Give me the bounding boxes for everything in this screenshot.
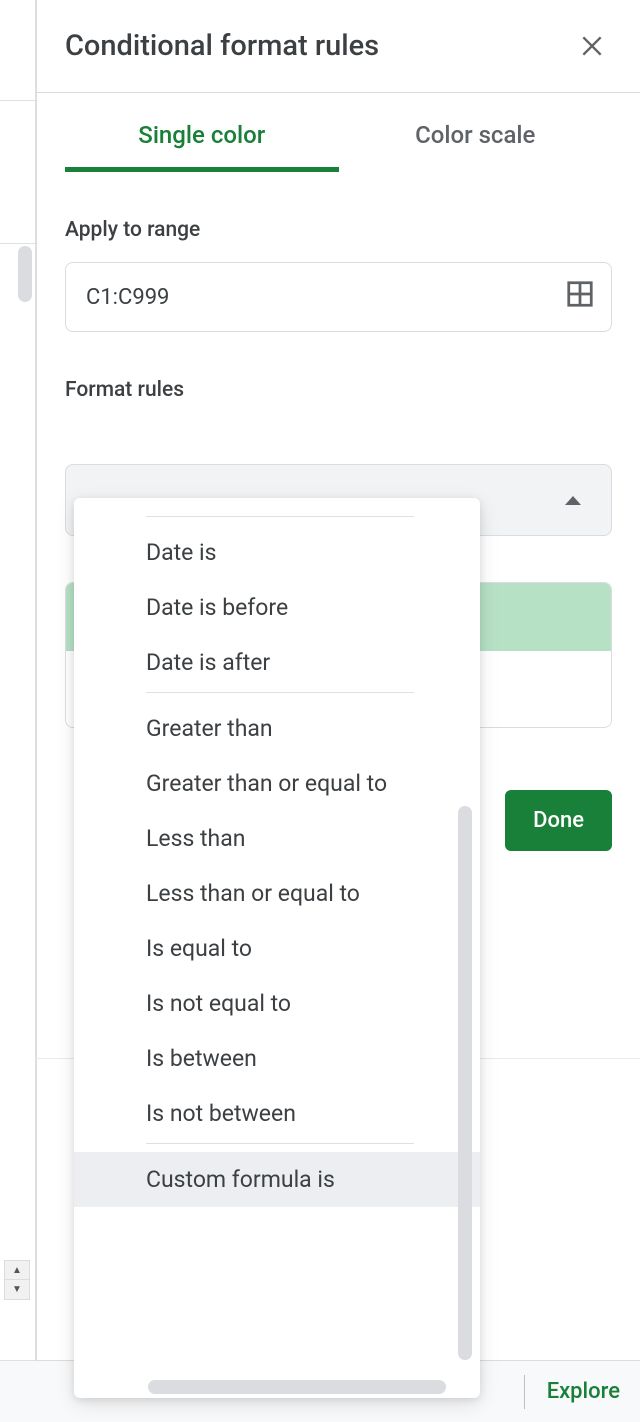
dropdown-item-less-than-or-equal-to[interactable]: Less than or equal to bbox=[74, 866, 480, 921]
dropdown-item-custom-formula-is[interactable]: Custom formula is bbox=[74, 1152, 480, 1207]
dropdown-item-date-is[interactable]: Date is bbox=[74, 525, 480, 580]
dropdown-separator bbox=[146, 516, 414, 517]
explore-button[interactable]: Explore bbox=[547, 1379, 620, 1404]
vertical-scrollbar-thumb[interactable] bbox=[18, 246, 32, 302]
dropdown-item-date-is-after[interactable]: Date is after bbox=[74, 635, 480, 690]
tabs: Single color Color scale bbox=[37, 93, 640, 172]
tab-single-color-label: Single color bbox=[138, 121, 265, 149]
footer-divider bbox=[524, 1375, 525, 1409]
dropdown-item-is-not-equal-to[interactable]: Is not equal to bbox=[74, 976, 480, 1031]
explore-label: Explore bbox=[547, 1379, 620, 1404]
dropdown-item-is-between[interactable]: Is between bbox=[74, 1031, 480, 1086]
grid-select-icon[interactable] bbox=[565, 279, 595, 315]
tab-color-scale-label: Color scale bbox=[415, 121, 535, 149]
dropdown-item-greater-than[interactable]: Greater than bbox=[74, 701, 480, 756]
dropdown-separator bbox=[146, 692, 414, 693]
sheet-scroll-stepper: ▲ ▼ bbox=[4, 1260, 30, 1300]
done-button-label: Done bbox=[533, 808, 584, 833]
dropdown-vertical-scrollbar[interactable] bbox=[458, 806, 472, 1360]
dropdown-item-greater-than-or-equal-to[interactable]: Greater than or equal to bbox=[74, 756, 480, 811]
format-rules-label: Format rules bbox=[65, 332, 612, 412]
done-button[interactable]: Done bbox=[505, 790, 612, 851]
dropdown-horizontal-scrollbar[interactable] bbox=[148, 1380, 446, 1394]
panel-title: Conditional format rules bbox=[65, 29, 379, 63]
dropdown-item-date-is-before[interactable]: Date is before bbox=[74, 580, 480, 635]
dropdown-item-is-not-between[interactable]: Is not between bbox=[74, 1086, 480, 1141]
format-rule-dropdown: Date isDate is beforeDate is after Great… bbox=[74, 498, 480, 1398]
apply-to-range-label: Apply to range bbox=[65, 200, 612, 262]
dropdown-item-less-than[interactable]: Less than bbox=[74, 811, 480, 866]
close-icon bbox=[579, 33, 605, 59]
caret-up-icon bbox=[565, 496, 581, 505]
tab-single-color[interactable]: Single color bbox=[65, 93, 339, 172]
stepper-down[interactable]: ▼ bbox=[4, 1280, 30, 1300]
dropdown-separator bbox=[146, 1143, 414, 1144]
dropdown-item-is-equal-to[interactable]: Is equal to bbox=[74, 921, 480, 976]
spreadsheet-background: ▲ ▼ bbox=[0, 0, 36, 1422]
close-button[interactable] bbox=[570, 24, 614, 68]
range-input[interactable]: C1:C999 bbox=[65, 262, 612, 332]
range-value: C1:C999 bbox=[86, 285, 169, 310]
stepper-up[interactable]: ▲ bbox=[4, 1260, 30, 1280]
tab-color-scale[interactable]: Color scale bbox=[339, 93, 613, 172]
